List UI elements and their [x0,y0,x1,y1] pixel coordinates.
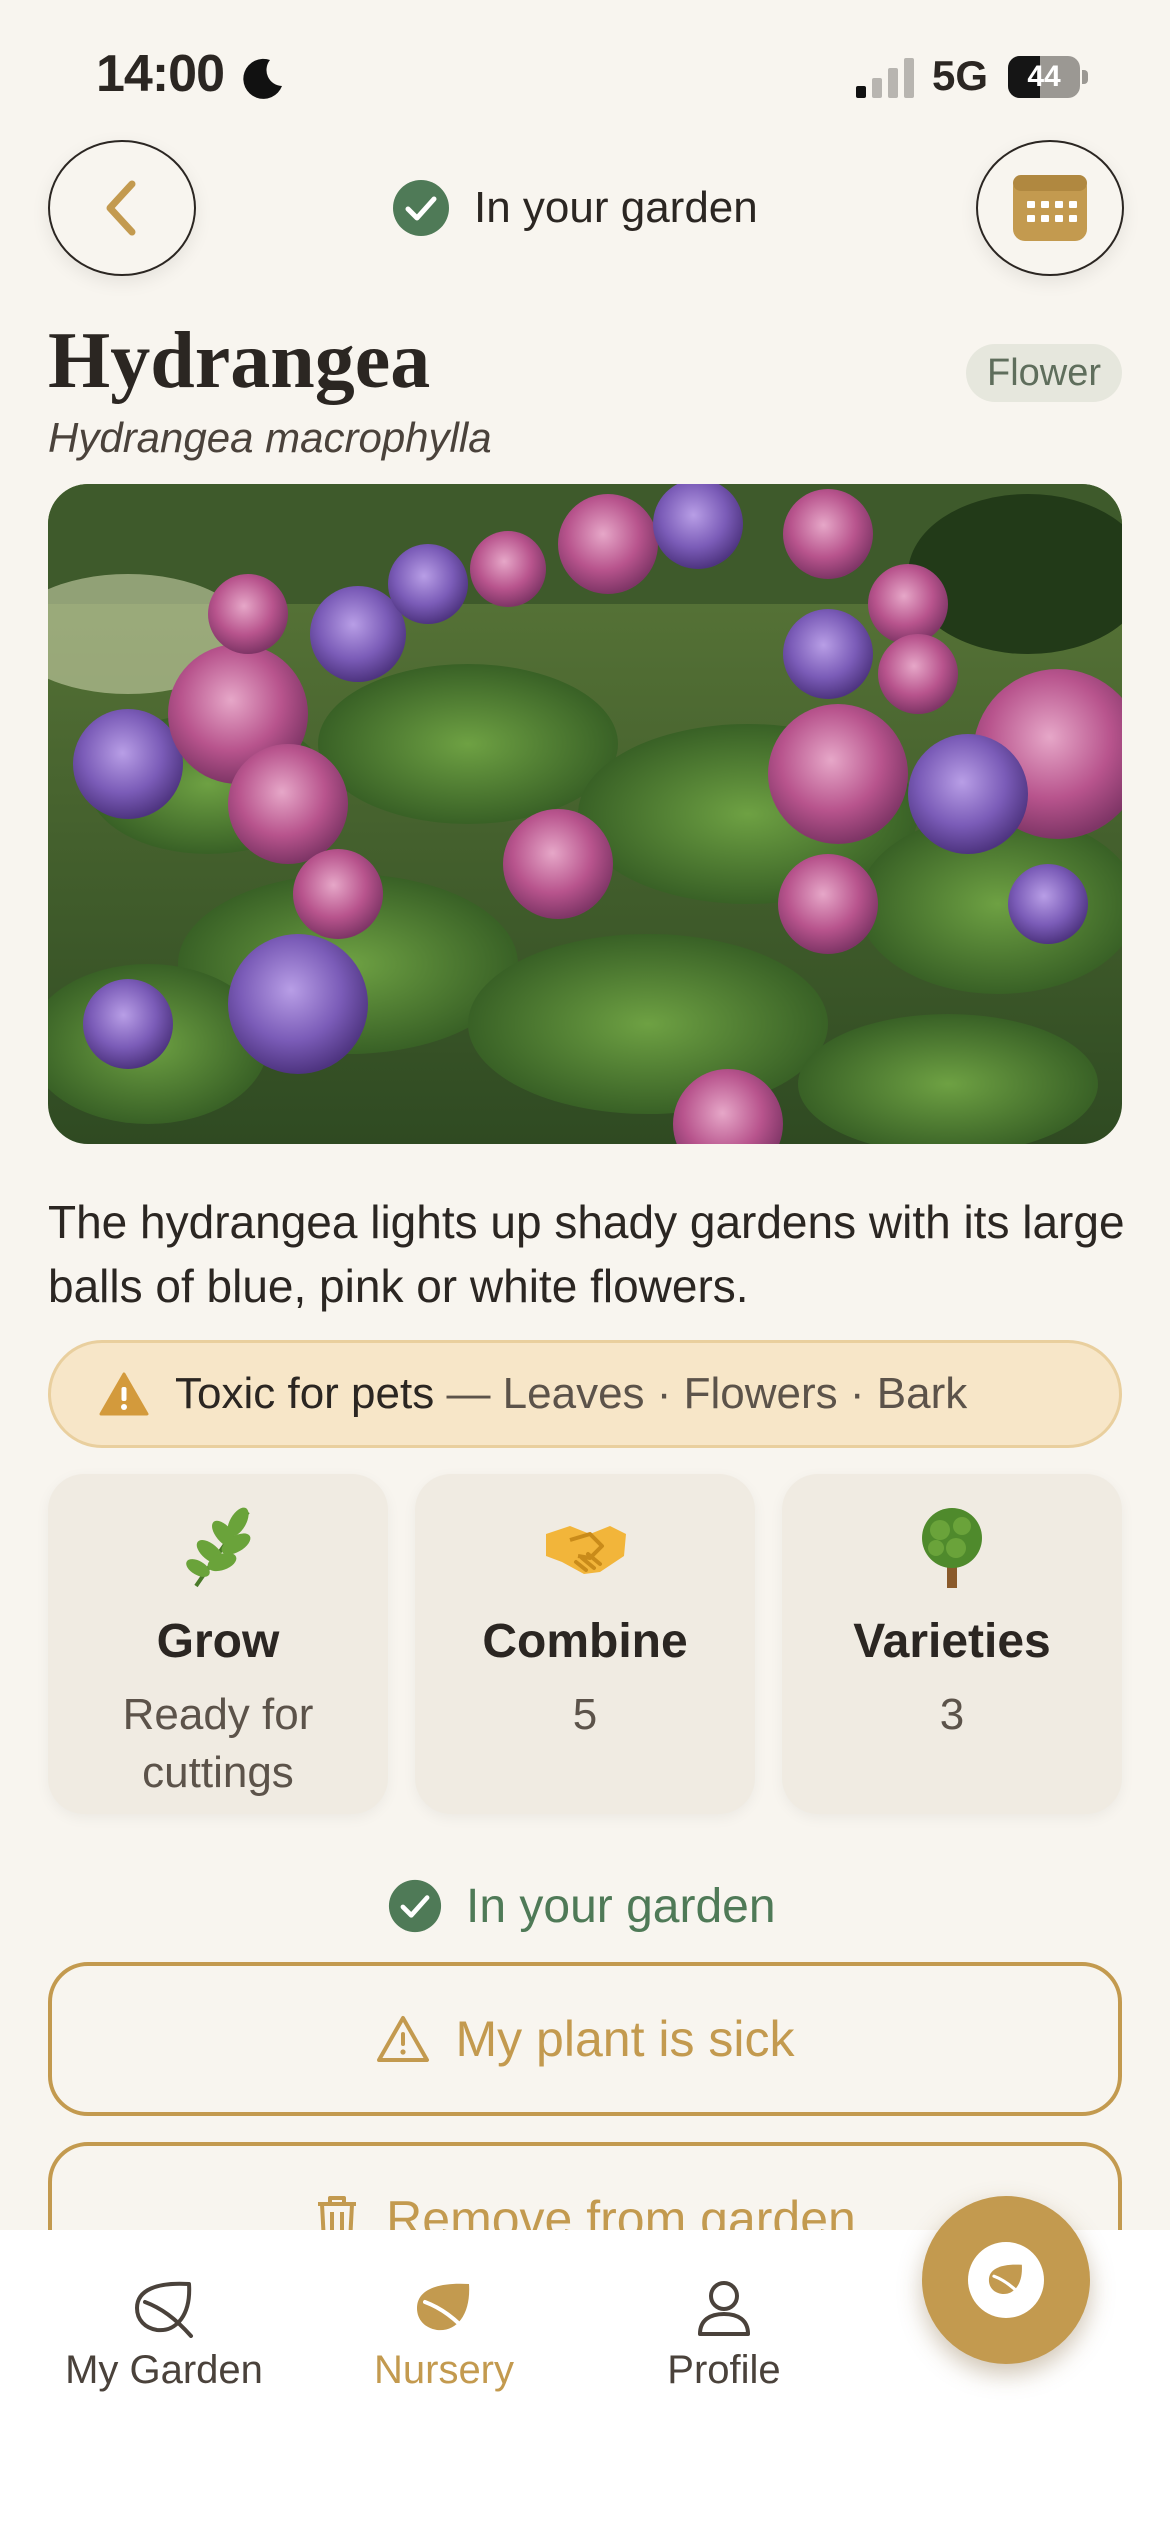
plant-sick-button[interactable]: My plant is sick [48,1962,1122,2116]
tree-icon [922,1508,982,1588]
person-icon [698,2281,750,2336]
check-circle-icon [388,1879,442,1933]
tab-nursery[interactable]: Nursery [324,2278,564,2428]
leaf-outline-icon [135,2281,193,2338]
back-button[interactable] [48,140,196,276]
card-grow[interactable]: Grow Ready for cuttings [48,1474,388,1814]
header-garden-status: In your garden [392,176,758,240]
card-combine-title: Combine [482,1615,688,1668]
plant-description: The hydrangea lights up shady gardens wi… [48,1196,1125,1312]
card-varieties[interactable]: Varieties 3 [782,1474,1122,1814]
signal-icon [856,58,914,98]
warning-outline-icon [376,2016,429,2062]
tab-my-garden[interactable]: My Garden [44,2278,284,2428]
latin-name: Hydrangea macrophylla [48,414,492,461]
card-combine-value: 5 [572,1690,598,1739]
handshake-icon [546,1526,626,1574]
header-status-label: In your garden [474,183,758,232]
calendar-button[interactable] [976,140,1124,276]
status-time: 14:00 [96,45,225,103]
leaf-scan-icon [988,2264,1025,2299]
info-cards: Grow Ready for cuttings Combine 5 Variet… [48,1474,1122,1814]
chevron-left-icon [106,180,136,236]
card-varieties-value: 3 [939,1690,965,1739]
tab-nursery-label: Nursery [373,2348,515,2392]
card-varieties-title: Varieties [853,1615,1051,1668]
tab-my-garden-label: My Garden [65,2348,263,2392]
tab-profile-label: Profile [667,2348,781,2392]
plant-photo [48,484,1122,1144]
calendar-icon [1013,175,1087,241]
warning-icon [99,1372,149,1416]
plant-sick-label: My plant is sick [455,2011,795,2067]
check-circle-icon [393,180,449,236]
toxicity-banner[interactable]: Toxic for pets — Leaves · Flowers · Bark [48,1340,1122,1448]
card-grow-value: Ready for cuttings [122,1690,314,1797]
garden-status: In your garden [388,1874,776,1938]
network-label: 5G [932,52,989,99]
toxicity-parts: — Leaves · Flowers · Bark [434,1369,968,1418]
battery-level: 44 [1027,60,1061,93]
tab-profile[interactable]: Profile [604,2278,844,2428]
garden-status-label: In your garden [466,1879,776,1933]
moon-icon [243,58,282,99]
herb-icon [186,1507,251,1588]
toxicity-title: Toxic for pets [175,1369,435,1418]
battery-icon: 44 [1008,56,1088,98]
status-bar: 14:00 5G 44 [0,0,1170,150]
plant-name: Hydrangea [48,317,431,405]
card-grow-title: Grow [156,1615,280,1668]
card-combine[interactable]: Combine 5 [415,1474,755,1814]
category-badge: Flower [966,344,1122,402]
scan-plant-fab[interactable] [922,2196,1090,2364]
leaf-filled-icon [417,2283,473,2338]
